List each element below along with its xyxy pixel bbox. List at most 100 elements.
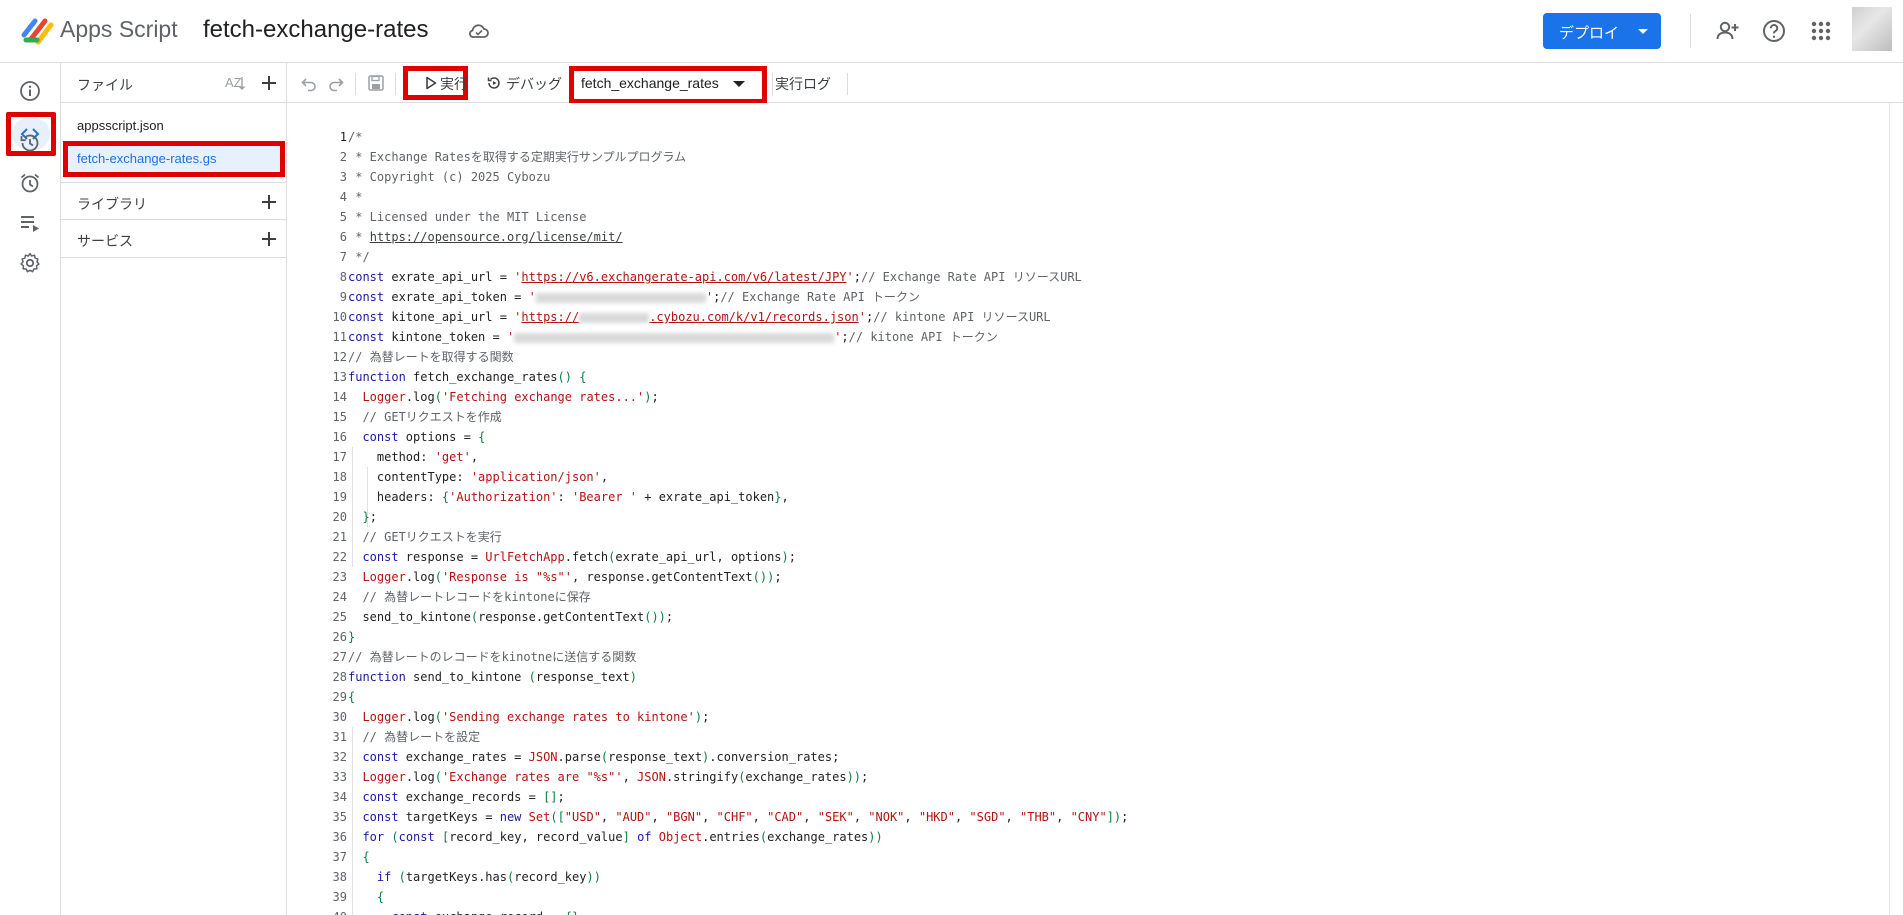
redo-icon[interactable] <box>327 74 345 92</box>
code-line: { <box>348 690 356 704</box>
chevron-down-icon <box>733 81 745 87</box>
code-line: * Licensed under the MIT License <box>348 210 587 224</box>
line-number: 20 <box>332 510 347 524</box>
line-number: 34 <box>332 790 347 804</box>
line-number: 28 <box>332 670 347 684</box>
editor-toolbar: 実行 デバッグ fetch_exchange_rates 実行ログ <box>287 63 1903 104</box>
app-header: Apps Script fetch-exchange-rates デプロイ <box>0 0 1903 63</box>
chevron-down-icon <box>1638 29 1648 34</box>
code-line: send_to_kintone(response.getContentText(… <box>348 610 674 624</box>
line-number: 4 <box>339 190 347 204</box>
line-number: 40 <box>307 907 347 915</box>
header-divider <box>1690 14 1691 48</box>
code-line: // 為替レートレコードをkintoneに保存 <box>362 590 591 604</box>
line-number: 33 <box>332 770 347 784</box>
line-number: 18 <box>332 470 347 484</box>
editor-scrollbar-track[interactable] <box>1889 103 1890 915</box>
code-line: // GETリクエストを実行 <box>362 530 502 544</box>
sort-az-icon[interactable]: AZ <box>224 73 246 93</box>
line-number: 17 <box>332 450 347 464</box>
function-select[interactable]: fetch_exchange_rates <box>581 75 719 91</box>
help-icon[interactable] <box>1761 18 1787 44</box>
debug-icon <box>487 77 500 89</box>
services-section[interactable]: サービス <box>61 220 287 258</box>
services-title: サービス <box>77 233 133 249</box>
line-number-gutter: 1 2 3 4 5 6 7 8 9 10 11 12 13 14 15 16 1… <box>287 103 347 915</box>
svg-text:AZ: AZ <box>225 75 242 90</box>
deploy-label: デプロイ <box>1559 25 1620 42</box>
app-name[interactable]: Apps Script <box>60 16 178 43</box>
add-file-icon[interactable] <box>260 74 278 92</box>
file-item-appsscript[interactable]: appsscript.json <box>77 118 164 133</box>
line-number: 29 <box>332 690 347 704</box>
line-number: 11 <box>332 330 347 344</box>
files-panel: ファイル AZ appsscript.json fetch-exchange-r… <box>61 63 287 915</box>
line-number: 19 <box>332 490 347 504</box>
line-number: 2 <box>339 150 347 164</box>
libraries-section[interactable]: ライブラリ <box>61 182 287 220</box>
line-number: 26 <box>332 630 347 644</box>
code-line: headers: {'Authorization': 'Bearer ' + e… <box>348 490 789 504</box>
save-icon[interactable] <box>367 74 385 92</box>
code-line: // 為替レートを設定 <box>362 730 481 744</box>
apps-script-logo[interactable] <box>21 15 55 45</box>
code-line: const options = { <box>362 430 486 444</box>
code-line: const kintone_token = ' ';// kitone API ト… <box>348 330 998 344</box>
code-line: const exrate_api_token = ' ';// Exchange … <box>348 290 921 304</box>
code-text-area[interactable]: /* * Exchange Ratesを取得する定期実行サンプルプログラム * … <box>348 103 1888 915</box>
project-title[interactable]: fetch-exchange-rates <box>203 16 428 44</box>
files-header: ファイル AZ <box>61 63 287 103</box>
line-number: 14 <box>332 390 347 404</box>
line-number: 39 <box>332 890 347 904</box>
play-icon <box>426 76 437 90</box>
code-editor[interactable]: 1 2 3 4 5 6 7 8 9 10 11 12 13 14 15 16 1… <box>287 103 1903 915</box>
apps-grid-icon[interactable] <box>1808 18 1834 44</box>
toolbar-divider <box>395 73 396 95</box>
line-number: 1 <box>339 130 347 144</box>
code-line: } <box>348 630 356 644</box>
line-number: 15 <box>332 410 347 424</box>
code-line: function send_to_kintone (response_text) <box>348 670 638 684</box>
run-button[interactable]: 実行 <box>440 74 468 94</box>
files-title: ファイル <box>77 77 133 93</box>
line-number: 13 <box>332 370 347 384</box>
line-number: 10 <box>332 310 347 324</box>
debug-button[interactable]: デバッグ <box>506 74 562 94</box>
add-service-icon[interactable] <box>260 230 278 248</box>
line-number: 16 <box>332 430 347 444</box>
gear-icon[interactable] <box>18 251 42 275</box>
line-number: 6 <box>339 230 347 244</box>
toolbar-divider <box>772 73 773 95</box>
line-number: 27 <box>332 650 347 664</box>
libraries-title: ライブラリ <box>77 196 147 212</box>
code-line: const targetKeys = new Set(["USD", "AUD"… <box>362 810 1129 824</box>
code-line: for (const [record_key, record_value] of… <box>362 830 883 844</box>
code-line: Logger.log('Fetching exchange rates...')… <box>362 390 659 404</box>
line-number: 24 <box>332 590 347 604</box>
execution-log-button[interactable]: 実行ログ <box>775 74 831 94</box>
toolbar-divider <box>847 73 848 95</box>
code-line: function fetch_exchange_rates() { <box>348 370 587 384</box>
code-line: const exchange_record = {} <box>348 907 579 915</box>
executions-icon[interactable] <box>18 211 42 235</box>
code-line: const exrate_api_url = 'https://v6.excha… <box>348 270 1082 284</box>
alarm-icon[interactable] <box>18 171 42 195</box>
code-line: Logger.log('Sending exchange rates to ki… <box>362 710 710 724</box>
line-number: 5 <box>339 210 347 224</box>
info-icon[interactable] <box>18 79 42 103</box>
line-number: 32 <box>332 750 347 764</box>
code-line: // 為替レートを取得する関数 <box>348 350 514 364</box>
undo-icon[interactable] <box>300 74 318 92</box>
code-line: const exchange_records = []; <box>362 790 565 804</box>
line-number: 25 <box>332 610 347 624</box>
code-line: * Exchange Ratesを取得する定期実行サンプルプログラム <box>348 150 687 164</box>
line-number: 9 <box>339 290 347 304</box>
code-line: { <box>376 890 385 904</box>
avatar[interactable] <box>1852 7 1892 51</box>
deploy-button[interactable]: デプロイ <box>1543 13 1661 49</box>
code-line: if (targetKeys.has(record_key)) <box>376 870 601 884</box>
code-line: const response = UrlFetchApp.fetch(exrat… <box>362 550 796 564</box>
add-library-icon[interactable] <box>260 193 278 211</box>
add-user-icon[interactable] <box>1715 18 1741 44</box>
code-line: Logger.log('Response is "%s"', response.… <box>362 570 782 584</box>
